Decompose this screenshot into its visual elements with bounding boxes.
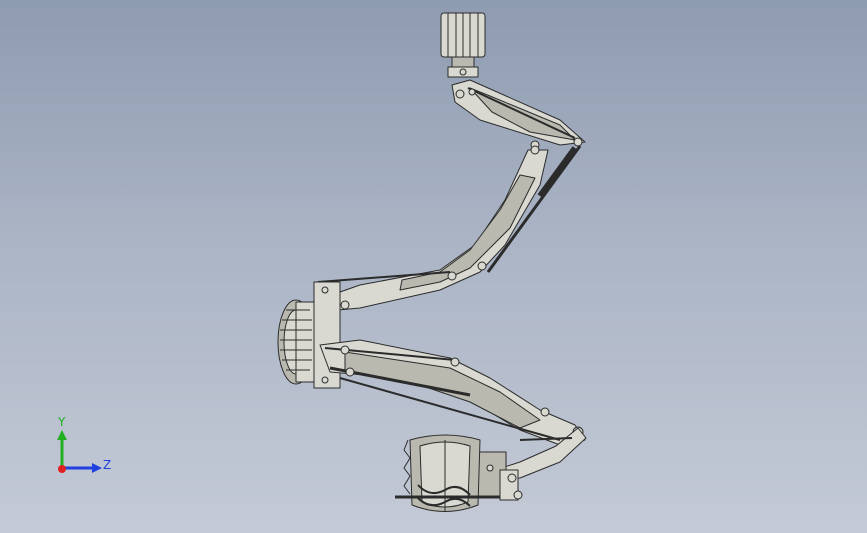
upper-wrist-link xyxy=(451,79,586,150)
cad-graphics-viewport[interactable]: Y Z xyxy=(0,0,867,533)
bucket-linkage-arm xyxy=(477,427,587,501)
excavator-arm-assembly-model[interactable] xyxy=(0,0,867,533)
x-axis-dot-icon xyxy=(58,465,66,473)
y-axis-label: Y xyxy=(57,415,66,429)
upper-boom xyxy=(317,145,582,311)
top-gripper-tool xyxy=(440,12,486,78)
z-axis-arrow-icon xyxy=(92,463,102,473)
z-axis-label: Z xyxy=(103,458,111,472)
lower-boom xyxy=(319,339,586,446)
y-axis-arrow-icon xyxy=(57,430,67,440)
view-orientation-triad: Y Z xyxy=(57,415,111,473)
